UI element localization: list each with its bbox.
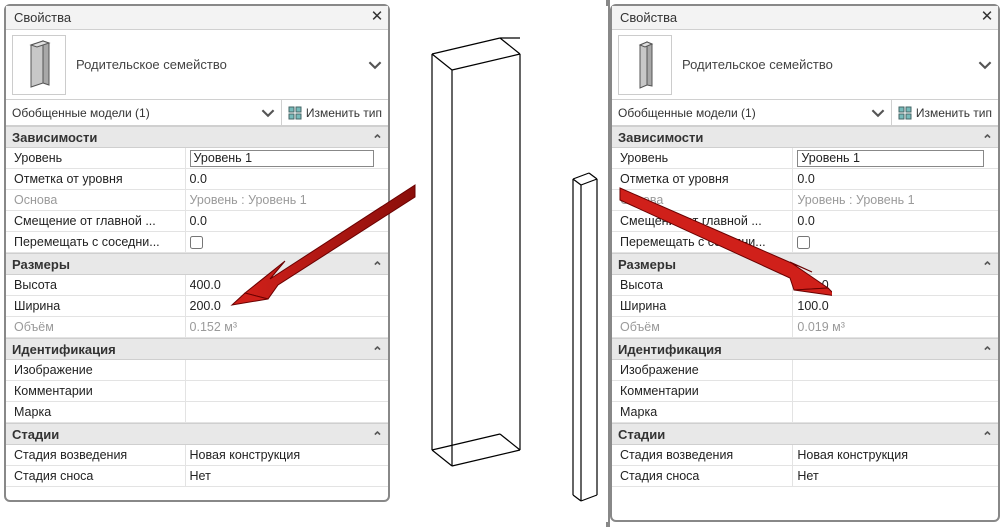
prop-row-phase-demo: Стадия сноса Нет: [6, 466, 388, 487]
prop-row-offset: Отметка от уровня: [6, 169, 388, 190]
instance-filter-combo[interactable]: Обобщенные модели (1): [6, 106, 281, 120]
chevron-down-icon[interactable]: [368, 58, 382, 72]
column-model-large: [422, 24, 532, 494]
chevron-down-icon: [871, 106, 885, 120]
comments-input[interactable]: [190, 384, 384, 398]
width-input[interactable]: [797, 299, 994, 313]
collapse-icon[interactable]: ⌃: [372, 132, 382, 142]
collapse-icon[interactable]: ⌃: [372, 259, 382, 269]
chevron-down-icon: [261, 106, 275, 120]
collapse-icon[interactable]: ⌃: [982, 259, 992, 269]
prop-row-host-offset: Смещение от главной ...: [612, 211, 998, 232]
comments-input[interactable]: [797, 384, 994, 398]
prop-row-comments: Комментарии: [6, 381, 388, 402]
prop-row-phase-demo: Стадия сноса Нет: [612, 466, 998, 487]
properties-panel-left: Свойства ✕ Родительское семейство Обобще…: [4, 4, 390, 502]
level-value[interactable]: Уровень 1: [797, 150, 984, 167]
height-input[interactable]: [190, 278, 384, 292]
instance-row: Обобщенные модели (1) Изменить тип: [612, 100, 998, 126]
prop-row-phase-created: Стадия возведения Новая конструкция: [6, 445, 388, 466]
panel-title-bar: Свойства ✕: [6, 6, 388, 30]
moves-checkbox[interactable]: [797, 236, 810, 249]
instance-filter-combo[interactable]: Обобщенные модели (1): [612, 106, 891, 120]
collapse-icon[interactable]: ⌃: [372, 344, 382, 354]
type-thumbnail: [618, 35, 672, 95]
family-name: Родительское семейство: [672, 57, 978, 72]
column-model-small: [565, 165, 605, 520]
prop-row-moves: Перемещать с соседни...: [612, 232, 998, 253]
mark-input[interactable]: [797, 405, 994, 419]
host-offset-input[interactable]: [797, 214, 994, 228]
group-header-ident[interactable]: Идентификация ⌃: [612, 338, 998, 360]
prop-row-host: Основа Уровень : Уровень 1: [6, 190, 388, 211]
prop-row-mark: Марка: [6, 402, 388, 423]
width-input[interactable]: [190, 299, 384, 313]
prop-row-comments: Комментарии: [612, 381, 998, 402]
offset-input[interactable]: [797, 172, 994, 186]
group-header-phasing[interactable]: Стадии ⌃: [6, 423, 388, 445]
collapse-icon[interactable]: ⌃: [982, 132, 992, 142]
level-value[interactable]: Уровень 1: [190, 150, 374, 167]
prop-row-volume: Объём 0.152 м³: [6, 317, 388, 338]
prop-row-height: Высота: [6, 275, 388, 296]
group-header-constraints[interactable]: Зависимости ⌃: [6, 126, 388, 148]
group-header-phasing[interactable]: Стадии ⌃: [612, 423, 998, 445]
type-thumbnail: [12, 35, 66, 95]
close-icon[interactable]: ✕: [370, 11, 384, 25]
prop-row-phase-created: Стадия возведения Новая конструкция: [612, 445, 998, 466]
edit-type-icon: [898, 106, 912, 120]
panel-title-text: Свойства: [620, 10, 677, 25]
prop-row-mark: Марка: [612, 402, 998, 423]
prop-row-host-offset: Смещение от главной ...: [6, 211, 388, 232]
moves-checkbox[interactable]: [190, 236, 203, 249]
mark-input[interactable]: [190, 405, 384, 419]
prop-row-moves: Перемещать с соседни...: [6, 232, 388, 253]
prop-row-height: Высота: [612, 275, 998, 296]
image-input[interactable]: [190, 363, 384, 377]
close-icon[interactable]: ✕: [980, 11, 994, 25]
prop-row-image: Изображение: [6, 360, 388, 381]
prop-row-image: Изображение: [612, 360, 998, 381]
collapse-icon[interactable]: ⌃: [372, 429, 382, 439]
edit-type-icon: [288, 106, 302, 120]
prop-row-width: Ширина: [612, 296, 998, 317]
prop-row-level: Уровень Уровень 1: [6, 148, 388, 169]
family-name: Родительское семейство: [66, 57, 368, 72]
type-selector[interactable]: Родительское семейство: [612, 30, 998, 100]
instance-row: Обобщенные модели (1) Изменить тип: [6, 100, 388, 126]
properties-panel-right: Свойства ✕ Родительское семейство Обобще…: [610, 4, 1000, 522]
panel-title-text: Свойства: [14, 10, 71, 25]
edit-type-button[interactable]: Изменить тип: [891, 100, 998, 125]
collapse-icon[interactable]: ⌃: [982, 429, 992, 439]
group-header-constraints[interactable]: Зависимости ⌃: [612, 126, 998, 148]
host-offset-input[interactable]: [190, 214, 384, 228]
collapse-icon[interactable]: ⌃: [982, 344, 992, 354]
image-input[interactable]: [797, 363, 994, 377]
prop-row-width: Ширина: [6, 296, 388, 317]
prop-row-host: Основа Уровень : Уровень 1: [612, 190, 998, 211]
prop-row-volume: Объём 0.019 м³: [612, 317, 998, 338]
offset-input[interactable]: [190, 172, 384, 186]
prop-row-level: Уровень Уровень 1: [612, 148, 998, 169]
group-header-dims[interactable]: Размеры ⌃: [6, 253, 388, 275]
type-selector[interactable]: Родительское семейство: [6, 30, 388, 100]
chevron-down-icon[interactable]: [978, 58, 992, 72]
panel-title-bar: Свойства ✕: [612, 6, 998, 30]
height-input[interactable]: [797, 278, 994, 292]
prop-row-offset: Отметка от уровня: [612, 169, 998, 190]
group-header-ident[interactable]: Идентификация ⌃: [6, 338, 388, 360]
edit-type-button[interactable]: Изменить тип: [281, 100, 388, 125]
group-header-dims[interactable]: Размеры ⌃: [612, 253, 998, 275]
